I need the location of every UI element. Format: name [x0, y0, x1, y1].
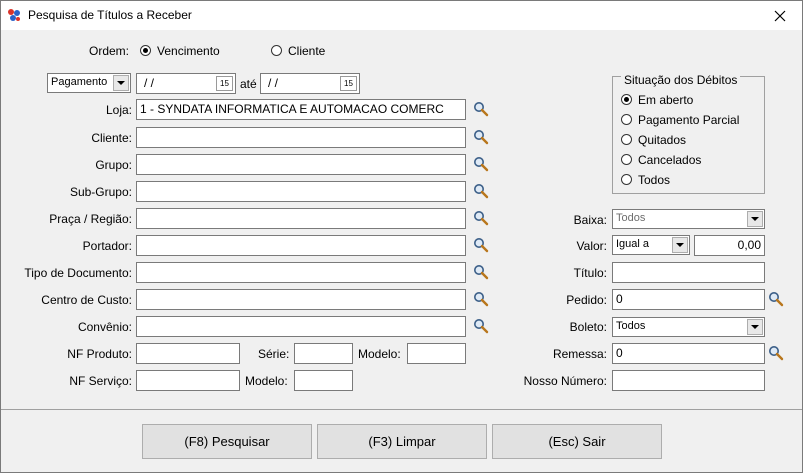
situacao-pagamento-parcial-label: Pagamento Parcial — [638, 113, 740, 127]
remessa-search-icon[interactable] — [768, 345, 784, 361]
loja-search-icon[interactable] — [473, 101, 489, 117]
valor-label: Valor: — [576, 239, 607, 253]
ordem-cliente-radio[interactable] — [271, 45, 282, 56]
boleto-select[interactable]: Todos — [612, 317, 765, 337]
nosso-numero-label: Nosso Número: — [523, 374, 607, 388]
centro-custo-field[interactable] — [136, 289, 466, 310]
calendar-icon[interactable]: 15 — [340, 76, 357, 91]
date-type-select[interactable]: Pagamento — [47, 73, 131, 93]
window-title: Pesquisa de Títulos a Receber — [28, 8, 192, 22]
boleto-value: Todos — [616, 320, 646, 332]
chevron-down-icon — [747, 319, 763, 335]
situacao-em-aberto-radio[interactable] — [621, 94, 632, 105]
button-bar: (F8) Pesquisar (F3) Limpar (Esc) Sair — [1, 409, 802, 472]
titulo-field[interactable] — [612, 262, 765, 283]
date-to-value: / / — [268, 76, 279, 90]
date-to-field[interactable]: / / 15 — [260, 73, 360, 94]
nf-produto-modelo-field[interactable] — [407, 343, 466, 364]
grupo-field[interactable] — [136, 154, 466, 175]
praca-regiao-label: Praça / Região: — [49, 212, 132, 226]
nf-servico-field[interactable] — [136, 370, 240, 391]
pedido-field[interactable]: 0 — [612, 289, 765, 310]
portador-search-icon[interactable] — [473, 237, 489, 253]
subgrupo-search-icon[interactable] — [473, 183, 489, 199]
chevron-down-icon — [113, 75, 129, 91]
grupo-label: Grupo: — [95, 158, 132, 172]
cliente-field[interactable] — [136, 127, 466, 148]
situacao-em-aberto-label: Em aberto — [638, 93, 694, 107]
situacao-todos-label: Todos — [638, 173, 671, 187]
subgrupo-field[interactable] — [136, 181, 466, 202]
baixa-value: Todos — [616, 212, 646, 224]
centro-custo-search-icon[interactable] — [473, 291, 489, 307]
praca-search-icon[interactable] — [473, 210, 489, 226]
chevron-down-icon — [672, 237, 688, 253]
situacao-pagamento-parcial-radio[interactable] — [621, 114, 632, 125]
portador-label: Portador: — [82, 239, 132, 253]
valor-operator-value: Igual a — [616, 238, 650, 250]
nf-produto-label: NF Produto: — [67, 347, 132, 361]
loja-field[interactable]: 1 - SYNDATA INFORMATICA E AUTOMACAO COME… — [136, 99, 466, 120]
nf-produto-modelo-label: Modelo: — [358, 347, 401, 361]
praca-regiao-field[interactable] — [136, 208, 466, 229]
convenio-label: Convênio: — [77, 320, 132, 334]
calendar-icon[interactable]: 15 — [216, 76, 233, 91]
situacao-todos-radio[interactable] — [621, 174, 632, 185]
situacao-cancelados-label: Cancelados — [638, 153, 702, 167]
ordem-vencimento-label: Vencimento — [157, 44, 220, 58]
nf-servico-modelo-label: Modelo: — [245, 374, 288, 388]
date-from-field[interactable]: / / 15 — [136, 73, 236, 94]
convenio-field[interactable] — [136, 316, 466, 337]
ate-label: até — [240, 77, 257, 91]
date-from-value: / / — [144, 76, 155, 90]
pedido-label: Pedido: — [566, 293, 607, 307]
convenio-search-icon[interactable] — [473, 318, 489, 334]
ordem-cliente-label: Cliente — [288, 44, 326, 58]
date-type-value: Pagamento — [51, 76, 108, 88]
nf-servico-modelo-field[interactable] — [294, 370, 353, 391]
situacao-quitados-label: Quitados — [638, 133, 687, 147]
portador-field[interactable] — [136, 235, 466, 256]
situacao-debitos-legend: Situação dos Débitos — [621, 73, 741, 87]
serie-label: Série: — [258, 347, 290, 361]
nosso-numero-field[interactable] — [612, 370, 765, 391]
cliente-label: Cliente: — [91, 131, 132, 145]
chevron-down-icon — [747, 211, 763, 227]
situacao-cancelados-radio[interactable] — [621, 154, 632, 165]
valor-operator-select[interactable]: Igual a — [612, 235, 690, 255]
nf-produto-field[interactable] — [136, 343, 240, 364]
centro-custo-label: Centro de Custo: — [41, 293, 132, 307]
ordem-vencimento-radio[interactable] — [140, 45, 151, 56]
nf-servico-label: NF Serviço: — [69, 374, 132, 388]
app-logo-icon — [8, 9, 20, 21]
remessa-field[interactable]: 0 — [612, 343, 765, 364]
pedido-search-icon[interactable] — [768, 291, 784, 307]
grupo-search-icon[interactable] — [473, 156, 489, 172]
close-icon — [774, 10, 786, 21]
loja-label: Loja: — [105, 103, 132, 117]
dialog-window: Pesquisa de Títulos a Receber Ordem: Ven… — [0, 0, 803, 473]
boleto-label: Boleto: — [569, 320, 607, 334]
title-bar: Pesquisa de Títulos a Receber — [1, 1, 802, 30]
baixa-select[interactable]: Todos — [612, 209, 765, 229]
tipo-documento-label: Tipo de Documento: — [24, 266, 132, 280]
titulo-label: Título: — [573, 266, 607, 280]
filter-form: Ordem: Vencimento Cliente Pagamento / / … — [1, 30, 802, 409]
tipo-documento-search-icon[interactable] — [473, 264, 489, 280]
remessa-label: Remessa: — [552, 347, 607, 361]
situacao-quitados-radio[interactable] — [621, 134, 632, 145]
valor-field[interactable]: 0,00 — [694, 235, 765, 256]
ordem-label: Ordem: — [89, 44, 130, 58]
serie-field[interactable] — [294, 343, 353, 364]
sair-button[interactable]: (Esc) Sair — [492, 424, 662, 459]
pesquisar-button[interactable]: (F8) Pesquisar — [142, 424, 312, 459]
tipo-documento-field[interactable] — [136, 262, 466, 283]
close-button[interactable] — [758, 1, 802, 30]
subgrupo-label: Sub-Grupo: — [69, 185, 132, 199]
limpar-button[interactable]: (F3) Limpar — [317, 424, 487, 459]
baixa-label: Baixa: — [573, 213, 607, 227]
cliente-search-icon[interactable] — [473, 129, 489, 145]
